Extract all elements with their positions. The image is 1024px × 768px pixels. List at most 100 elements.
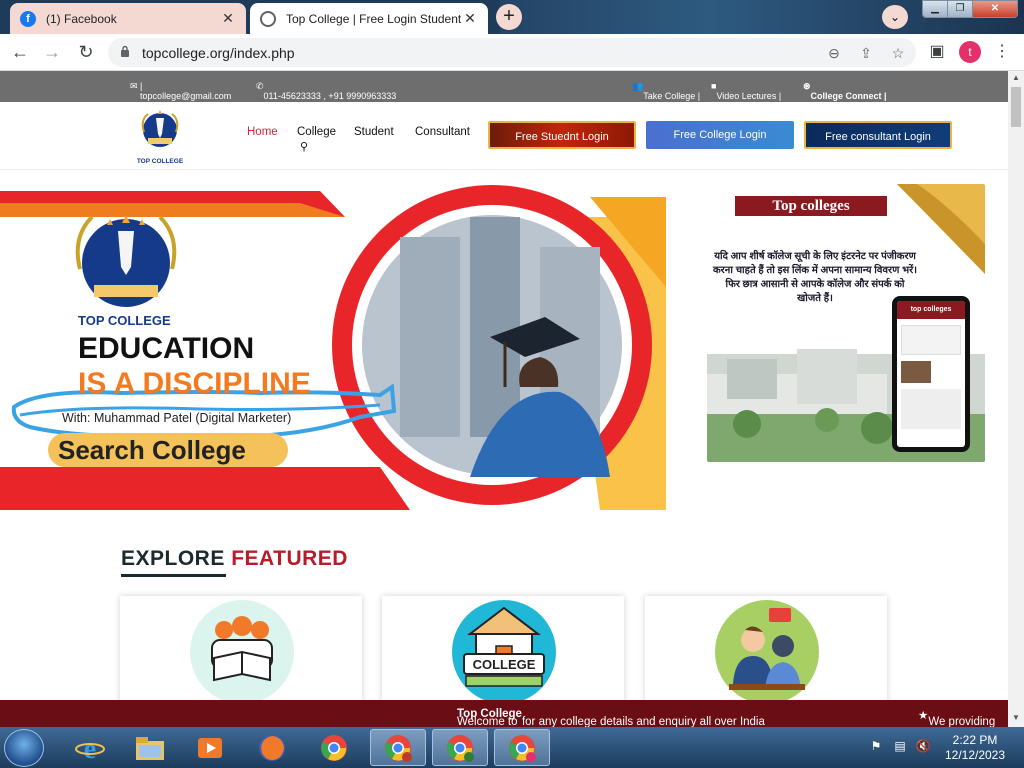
browser-tab-strip: f (1) Facebook ✕ Top College | Free Logi…	[0, 0, 1024, 34]
ticker-welcome-text: Welcome to Top College for any college d…	[457, 708, 765, 727]
welcome-ticker: Welcome to Top College for any college d…	[0, 700, 1008, 727]
address-bar[interactable]: topcollege.org/index.php ⊖ ⇪ ☆	[108, 38, 916, 67]
phone-form	[901, 325, 961, 355]
network-icon[interactable]: ▤	[892, 739, 908, 755]
url-text: topcollege.org/index.php	[142, 45, 295, 61]
zoom-icon[interactable]: ⊖	[824, 43, 844, 63]
tab-label: (1) Facebook	[46, 11, 117, 26]
consultation-icon	[715, 600, 819, 704]
phone-screen: top colleges	[897, 301, 965, 447]
hero-search-label[interactable]: Search College	[58, 435, 246, 466]
search-icon[interactable]: ⚲	[300, 140, 308, 153]
free-student-login-button[interactable]: Free Stuednt Login	[488, 121, 636, 149]
students-reading-icon	[190, 600, 294, 704]
heading-underline	[121, 574, 226, 577]
new-tab-button[interactable]: +	[496, 4, 522, 30]
tab-facebook[interactable]: f (1) Facebook ✕	[10, 3, 246, 34]
promo-title: Top colleges	[735, 196, 887, 216]
clock-time: 2:22 PM	[952, 733, 998, 747]
ticker-providing: ★ We providing	[918, 710, 996, 727]
college-building-icon: COLLEGE	[452, 600, 556, 704]
svg-text:e: e	[84, 734, 96, 763]
hero-banner[interactable]: TOP COLLEGE EDUCATION IS A DISCIPLINE Se…	[0, 177, 666, 510]
bookmark-star-icon[interactable]: ☆	[888, 43, 908, 63]
chrome-icon[interactable]	[306, 729, 362, 766]
chrome-profile-v-icon[interactable]	[370, 729, 426, 766]
ticker-prefix: Welcome to	[457, 716, 518, 727]
globe-icon	[260, 10, 276, 27]
ticker-suffix: for any college details and enquiry all …	[521, 716, 765, 727]
top-college-logo[interactable]: TOP COLLEGE	[134, 110, 186, 166]
ticker-providing-text: We providing	[928, 716, 996, 727]
scroll-down-arrow-icon[interactable]: ▼	[1012, 713, 1020, 722]
email-text: topcollege@gmail.com	[140, 91, 232, 101]
tab-search-button[interactable]: ⌄	[882, 5, 908, 29]
system-clock[interactable]: 2:22 PM 12/12/2023	[940, 733, 1010, 763]
tab-label: Top College | Free Login Student	[286, 11, 462, 26]
video-lectures-text: Video Lectures |	[716, 91, 782, 101]
free-consultant-login-button[interactable]: Free consultant Login	[804, 121, 952, 149]
video-lectures-link[interactable]: ■ Video Lectures |	[711, 81, 781, 101]
email-contact[interactable]: ✉ topcollege@gmail.com |	[130, 81, 231, 101]
lock-icon	[121, 45, 129, 57]
browser-toolbar: ← → ↻ topcollege.org/index.php ⊖ ⇪ ☆ ▣ t…	[0, 34, 1024, 71]
scroll-up-arrow-icon[interactable]: ▲	[1012, 73, 1020, 82]
site-header: TOP COLLEGE Home College ⚲ Student Consu…	[0, 102, 1008, 170]
page-scrollbar[interactable]: ▲ ▼	[1008, 71, 1024, 727]
windows-taskbar: e ⚑ ▤ 🔇 2:22 PM 12/12/2023	[0, 727, 1024, 768]
page-viewport: ✉ topcollege@gmail.com | ✆ 011-45623333 …	[0, 71, 1008, 727]
nav-consultant[interactable]: Consultant	[415, 126, 470, 138]
volume-muted-icon[interactable]: 🔇	[915, 739, 931, 755]
tab-top-college[interactable]: Top College | Free Login Student ✕	[250, 3, 488, 34]
close-icon[interactable]: ✕	[462, 10, 478, 27]
phone-header: top colleges	[897, 301, 965, 319]
promo-hindi-text: यदि आप शीर्ष कॉलेज सूची के लिए इंटरनेट प…	[713, 251, 918, 304]
top-colleges-promo-card[interactable]: Top colleges यदि आप शीर्ष कॉलेज सूची के …	[707, 184, 985, 462]
flag-icon[interactable]: ⚑	[868, 739, 884, 755]
phone-list	[901, 389, 961, 429]
menu-kebab-icon[interactable]: ⋮	[991, 40, 1013, 64]
facebook-icon: f	[20, 10, 36, 27]
clock-date: 12/12/2023	[944, 748, 1006, 762]
start-button[interactable]	[4, 729, 44, 767]
maximize-button[interactable]: ❐	[947, 0, 973, 18]
back-arrow-icon[interactable]: ←	[8, 40, 32, 64]
take-college-link[interactable]: 👥 Take College |	[632, 81, 700, 101]
explore-featured-heading: EXPLORE FEATURED	[121, 547, 348, 571]
explore-word: EXPLORE	[121, 547, 225, 570]
chrome-profile-t2-icon[interactable]	[494, 729, 550, 766]
side-panel-icon[interactable]: ▣	[926, 40, 948, 64]
college-connect-text: College Connect |	[810, 91, 887, 101]
minimize-button[interactable]: ▁	[922, 0, 948, 18]
profile-avatar[interactable]: t	[959, 41, 981, 63]
close-icon[interactable]: ✕	[220, 10, 236, 27]
college-connect-link[interactable]: ⊛ College Connect |	[803, 81, 887, 101]
hero-brand: TOP COLLEGE	[78, 313, 171, 328]
scrollbar-thumb[interactable]	[1011, 87, 1021, 127]
top-info-bar: ✉ topcollege@gmail.com | ✆ 011-45623333 …	[0, 71, 1008, 102]
share-icon[interactable]: ⇪	[856, 43, 876, 63]
internet-explorer-icon[interactable]: e	[62, 729, 118, 766]
phone-mockup: top colleges	[892, 296, 970, 452]
phone-thumbnail	[901, 361, 931, 383]
media-player-icon[interactable]	[182, 729, 238, 766]
featured-word: FEATURED	[231, 547, 348, 570]
free-college-login-button[interactable]: Free College Login	[646, 121, 794, 149]
firefox-icon[interactable]	[244, 729, 300, 766]
chrome-profile-t-icon[interactable]	[432, 729, 488, 766]
hero-subline: IS A DISCIPLINE	[78, 367, 311, 400]
college-badge-text: COLLEGE	[473, 657, 536, 672]
nav-college[interactable]: College	[297, 126, 336, 138]
take-college-text: Take College |	[643, 91, 701, 101]
phone-text: 011-45623333 , +91 9990963333	[263, 91, 397, 101]
hero-with-annotation: With: Muhammad Patel (Digital Marketer)	[62, 411, 292, 425]
hero-headline: EDUCATION	[78, 332, 255, 365]
phone-contact: ✆ 011-45623333 , +91 9990963333	[256, 81, 397, 101]
reload-icon[interactable]: ↻	[74, 40, 98, 64]
forward-arrow-icon[interactable]: →	[40, 40, 64, 64]
nav-home[interactable]: Home	[247, 126, 278, 138]
svg-text:TOP COLLEGE: TOP COLLEGE	[137, 158, 184, 165]
nav-student[interactable]: Student	[354, 126, 394, 138]
window-close-button[interactable]: ✕	[972, 0, 1018, 18]
file-explorer-icon[interactable]	[122, 729, 178, 766]
